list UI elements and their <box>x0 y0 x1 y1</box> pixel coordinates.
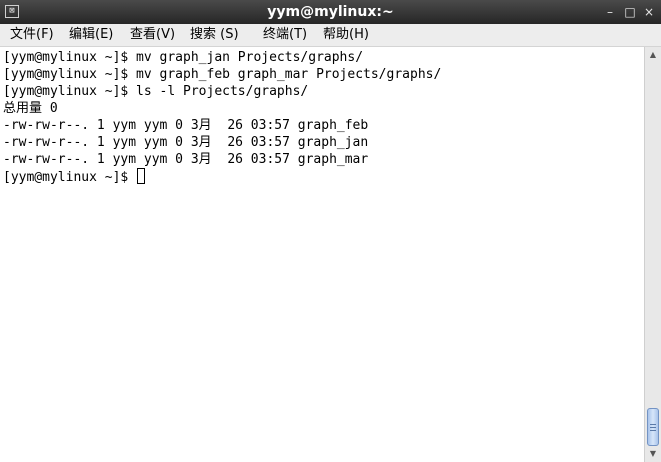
title-bar[interactable]: ⊠ yym@mylinux:~ – □ × <box>0 0 661 25</box>
menu-bar: 文件(F) 编辑(E) 查看(V) 搜索 (S) 终端(T) 帮助(H) <box>0 24 661 47</box>
terminal-line: -rw-rw-r--. 1 yym yym 0 3月 26 03:57 grap… <box>3 135 369 150</box>
text-cursor <box>137 168 146 184</box>
close-icon[interactable]: × <box>642 5 656 19</box>
prompt-line[interactable]: [yym@mylinux ~]$ <box>3 168 146 185</box>
vertical-scrollbar[interactable]: ▲ ▼ <box>644 47 661 462</box>
grip-line <box>650 427 656 428</box>
menu-view[interactable]: 查看(V) <box>130 24 175 46</box>
menu-search[interactable]: 搜索 (S) <box>190 24 239 46</box>
terminal-line: -rw-rw-r--. 1 yym yym 0 3月 26 03:57 grap… <box>3 118 369 133</box>
terminal-line: [yym@mylinux ~]$ mv graph_feb graph_mar … <box>3 67 442 82</box>
menu-help[interactable]: 帮助(H) <box>323 24 369 46</box>
scroll-up-icon[interactable]: ▲ <box>647 49 659 61</box>
prompt-text: [yym@mylinux ~]$ <box>3 170 137 185</box>
scroll-thumb[interactable] <box>647 408 659 446</box>
terminal-line: [yym@mylinux ~]$ ls -l Projects/graphs/ <box>3 84 309 99</box>
menu-file[interactable]: 文件(F) <box>10 24 54 46</box>
terminal-output[interactable]: [yym@mylinux ~]$ mv graph_jan Projects/g… <box>0 47 644 462</box>
grip-line <box>650 424 656 425</box>
terminal-window: ⊠ yym@mylinux:~ – □ × 文件(F) 编辑(E) 查看(V) … <box>0 0 661 462</box>
maximize-icon[interactable]: □ <box>623 5 637 19</box>
terminal-line: -rw-rw-r--. 1 yym yym 0 3月 26 03:57 grap… <box>3 152 369 167</box>
window-title: yym@mylinux:~ <box>267 4 394 20</box>
menu-edit[interactable]: 编辑(E) <box>69 24 113 46</box>
menu-terminal[interactable]: 终端(T) <box>263 24 307 46</box>
minimize-icon[interactable]: – <box>603 5 617 19</box>
grip-line <box>650 430 656 431</box>
scroll-down-icon[interactable]: ▼ <box>647 448 659 460</box>
terminal-line: 总用量 0 <box>3 101 58 116</box>
terminal-line: [yym@mylinux ~]$ mv graph_jan Projects/g… <box>3 50 364 65</box>
